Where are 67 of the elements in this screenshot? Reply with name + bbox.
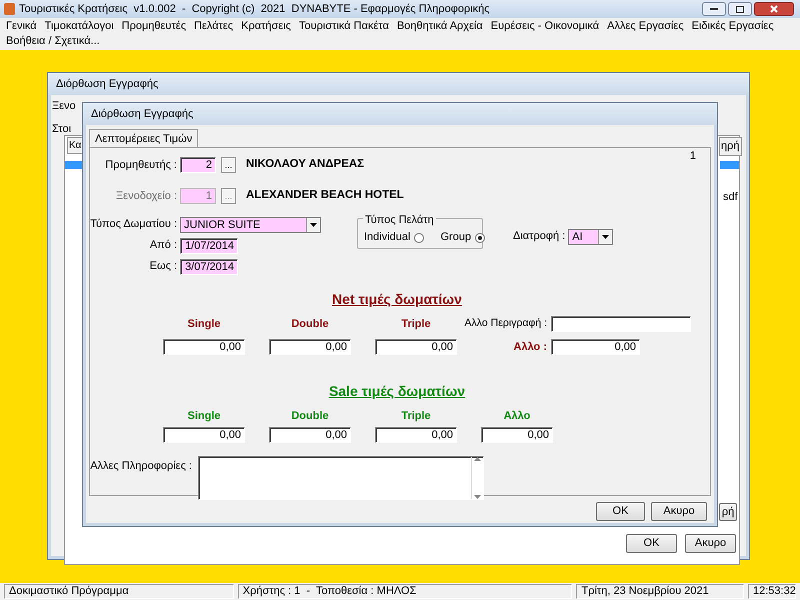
menu-item[interactable]: Τιμοκατάλογοι bbox=[40, 19, 118, 34]
menu-item[interactable]: Ευρέσεις - Οικονομικά bbox=[486, 19, 604, 34]
record-number: 1 bbox=[690, 149, 696, 164]
lookup-button[interactable]: ... bbox=[221, 157, 236, 173]
column-label: Double bbox=[290, 409, 330, 424]
field-label: Τύπος Δωματίου : bbox=[90, 217, 177, 232]
field-label: Αλλες Πληροφορίες : bbox=[90, 458, 192, 474]
action-button[interactable]: ρή bbox=[719, 503, 737, 521]
price-field[interactable]: 0,00 bbox=[481, 426, 553, 442]
window-title: Διόρθωση Εγγραφής bbox=[91, 106, 194, 122]
menu-item[interactable]: Αλλες Εργασίες bbox=[603, 19, 688, 34]
radio-label[interactable]: Individual bbox=[364, 229, 410, 246]
menu-item[interactable]: Πελάτες bbox=[190, 19, 238, 34]
ok-button[interactable]: OK bbox=[626, 534, 677, 553]
window-title: Διόρθωση Εγγραφής bbox=[56, 76, 158, 92]
table-cell-text: sdf bbox=[723, 190, 738, 205]
group-title: Τύπος Πελάτη bbox=[363, 212, 436, 228]
column-label: Single bbox=[186, 317, 222, 332]
menu-item[interactable]: Ειδικές Εργασίες bbox=[688, 19, 778, 34]
column-label: Double bbox=[290, 317, 330, 332]
field-label: Αλλο : bbox=[512, 340, 548, 354]
section-title: Sale τιμές δωματίων bbox=[328, 382, 466, 401]
column-header: ηρή bbox=[719, 137, 742, 156]
menu-item[interactable]: Βοήθεια / Σχετικά... bbox=[2, 34, 104, 49]
radio-label[interactable]: Group bbox=[440, 229, 472, 246]
price-field[interactable]: 0,00 bbox=[163, 338, 245, 355]
status-text: Χρήστης : 1 - Τοποθεσία : ΜΗΛΟΣ bbox=[238, 584, 572, 599]
menu-item[interactable]: Προμηθευτές bbox=[118, 19, 190, 34]
price-field[interactable]: 0,00 bbox=[269, 426, 351, 442]
column-label: Αλλο bbox=[502, 409, 532, 424]
field-label: Διατροφή : bbox=[513, 229, 566, 244]
price-field[interactable]: 0,00 bbox=[375, 426, 457, 442]
status-text: 12:53:32 bbox=[748, 584, 796, 599]
price-field[interactable]: 0,00 bbox=[375, 338, 457, 355]
menu-item[interactable]: Γενικά bbox=[2, 19, 41, 34]
date-field[interactable]: 1/07/2014 bbox=[180, 238, 238, 254]
status-text: Τρίτη, 23 Νοεμβρίου 2021 bbox=[576, 584, 744, 599]
price-field[interactable]: 0,00 bbox=[551, 338, 640, 355]
tab[interactable]: Λεπτομέρειες Τιμών bbox=[89, 129, 198, 148]
price-field[interactable]: 0,00 bbox=[163, 426, 245, 442]
menu-item[interactable]: Κρατήσεις bbox=[237, 19, 295, 34]
field-label: Από : bbox=[148, 238, 177, 254]
column-label: Triple bbox=[400, 409, 432, 424]
field-label: Ξενο bbox=[52, 99, 76, 114]
cancel-button[interactable]: Ακυρο bbox=[651, 502, 707, 521]
column-label: Triple bbox=[400, 317, 432, 332]
window-title: Τουριστικές Κρατήσεις v1.0.002 - Copyright (c) 2021 DYNABYTE - Εφαρμογές Πληροφορικής bbox=[19, 2, 490, 17]
field-label: Εως : bbox=[148, 259, 177, 274]
ok-button[interactable]: OK bbox=[596, 502, 645, 521]
name-text: ΝΙΚΟΛΑΟΥ ΑΝΔΡΕΑΣ bbox=[246, 157, 364, 172]
tab[interactable]: Στοι bbox=[52, 121, 72, 138]
section-title: Net τιμές δωματίων bbox=[332, 290, 462, 309]
name-text: ALEXANDER BEACH HOTEL bbox=[246, 188, 404, 204]
dropdown-field[interactable]: AI bbox=[568, 228, 614, 244]
field-label: Ξενοδοχείο : bbox=[115, 188, 177, 204]
code-field[interactable]: 2 bbox=[180, 157, 216, 173]
column-header: Κα bbox=[67, 137, 84, 154]
field-label: Προμηθευτής : bbox=[104, 158, 177, 173]
cancel-button[interactable]: Ακυρο bbox=[685, 534, 736, 553]
menu-item[interactable]: Βοηθητικά Αρχεία bbox=[392, 19, 487, 34]
column-label: Single bbox=[186, 409, 222, 424]
status-text: Δοκιμαστικό Πρόγραμμα bbox=[4, 584, 234, 599]
price-field[interactable]: 0,00 bbox=[269, 338, 351, 355]
date-field[interactable]: 3/07/2014 bbox=[180, 258, 238, 274]
menu-item[interactable]: Τουριστικά Πακέτα bbox=[294, 19, 393, 34]
field-label: Αλλο Περιγραφή : bbox=[464, 316, 548, 332]
dropdown-field[interactable]: JUNIOR SUITE bbox=[180, 216, 321, 232]
